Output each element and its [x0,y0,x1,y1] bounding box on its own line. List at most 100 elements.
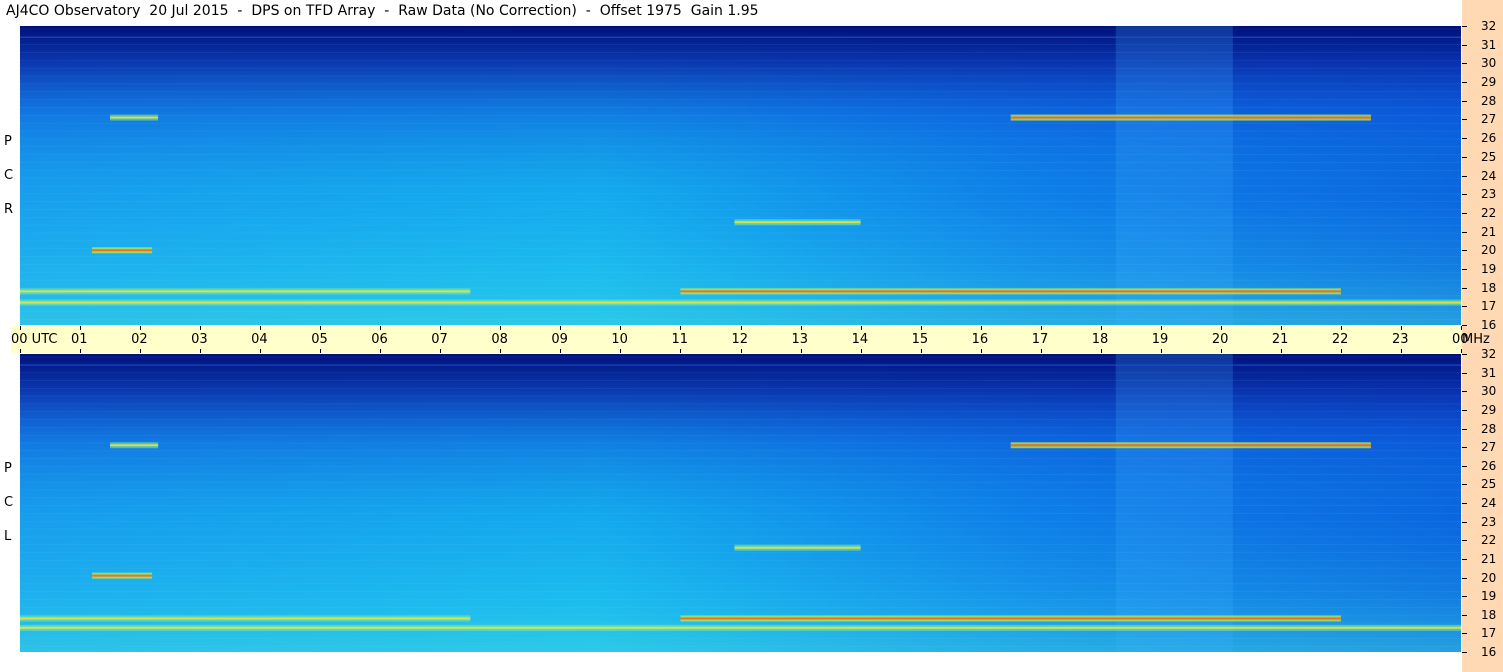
chart-title: AJ4CO Observatory 20 Jul 2015 - DPS on T… [6,3,759,19]
frequency-tick [1462,652,1467,653]
signal-band [734,221,861,224]
frequency-tick-label: 30 [1481,384,1497,399]
utc-tick [1340,349,1342,353]
frequency-tick-label: 28 [1481,421,1497,436]
utc-tick-label: 06 [371,332,388,347]
frequency-tick [1462,306,1467,308]
utc-tick [1100,349,1102,353]
frequency-tick [1462,250,1467,252]
frequency-tick [1462,596,1467,598]
signal-band [20,290,471,293]
rcp-letter-p: R [4,202,14,217]
utc-tick-label: 23 [1391,332,1409,347]
frequency-tick [1462,82,1467,84]
utc-tick [20,326,21,330]
frequency-tick-label: 29 [1481,402,1497,417]
frequency-tick [1462,63,1467,65]
rcp-letter-r: P [4,134,12,149]
frequency-tick-label: 18 [1481,607,1497,622]
utc-tick [800,349,802,353]
lcp-letter-c: C [4,495,14,510]
utc-tick [1280,349,1282,353]
frequency-tick-label: 26 [1481,131,1497,146]
frequency-tick [1462,175,1467,177]
frequency-tick [1462,503,1467,504]
signal-band [110,444,159,447]
utc-tick [440,349,442,353]
utc-tick-label: 16 [971,332,989,347]
frequency-tick-label: 22 [1481,205,1497,220]
signal-band [20,301,1461,304]
frequency-tick-label: 21 [1481,551,1497,566]
signal-band [680,290,1341,293]
utc-tick-label: 10 [611,332,628,347]
signal-band [92,249,153,252]
utc-tick [1400,326,1402,330]
frequency-tick-label: 24 [1481,168,1497,183]
utc-tick [500,326,502,330]
utc-tick [260,326,262,330]
utc-tick [140,326,142,330]
frequency-tick [1462,212,1467,214]
frequency-tick [1462,100,1467,102]
frequency-tick [1462,391,1467,393]
utc-tick [1040,326,1042,330]
mhz-unit-label: MHz [1462,332,1490,347]
frequency-tick [1462,372,1467,374]
frequency-tick [1462,428,1467,430]
utc-tick [1220,326,1222,330]
utc-tick [140,349,142,353]
utc-tick-label: 22 [1331,332,1349,347]
frequency-tick [1462,325,1467,326]
frequency-tick-label: 26 [1481,458,1497,473]
frequency-tick [1462,558,1467,560]
frequency-tick-label: 17 [1481,299,1497,314]
utc-tick-label: 18 [1091,332,1109,347]
utc-tick [1160,326,1162,330]
frequency-tick-label: 17 [1481,626,1497,641]
utc-tick [680,326,682,330]
utc-tick [1400,349,1402,353]
utc-tick [320,349,322,353]
frequency-tick-label: 20 [1481,570,1497,585]
frequency-tick [1462,540,1467,542]
utc-tick-label: 17 [1031,332,1049,347]
signal-band [20,617,471,620]
utc-tick [320,326,322,330]
lcp-spectrogram-plot [20,354,1461,652]
utc-tick [920,326,922,330]
utc-tick-label: 03 [191,332,208,347]
utc-tick-label: 12 [731,332,749,347]
frequency-tick [1462,138,1467,140]
frequency-tick [1462,614,1467,616]
utc-tick [80,326,82,330]
utc-tick [620,349,622,353]
frequency-tick-label: 29 [1481,75,1497,90]
utc-tick-label: 00 UTC [11,332,58,347]
utc-tick-label: 21 [1271,332,1289,347]
utc-tick [920,349,922,353]
utc-tick-label: 20 [1211,332,1229,347]
frequency-tick-label: 27 [1481,440,1497,455]
utc-tick-label: 01 [71,332,88,347]
signal-band [20,626,1461,629]
frequency-tick [1462,268,1467,270]
frequency-tick-label: 31 [1481,37,1497,52]
utc-tick [680,349,682,353]
signal-band [734,546,861,549]
utc-tick-label: 07 [431,332,448,347]
frequency-tick-label: 16 [1481,318,1497,332]
utc-tick-label: 05 [311,332,328,347]
utc-tick-label: 08 [491,332,508,347]
utc-tick [20,349,21,353]
utc-tick [1040,349,1042,353]
utc-tick [740,326,742,330]
frequency-tick-label: 21 [1481,224,1497,239]
utc-tick [80,349,82,353]
frequency-tick [1462,409,1467,411]
rcp-spectrogram-plot [20,26,1461,325]
utc-tick [560,326,562,330]
frequency-tick-label: 32 [1481,347,1497,361]
utc-tick [1340,326,1342,330]
utc-tick [560,349,562,353]
